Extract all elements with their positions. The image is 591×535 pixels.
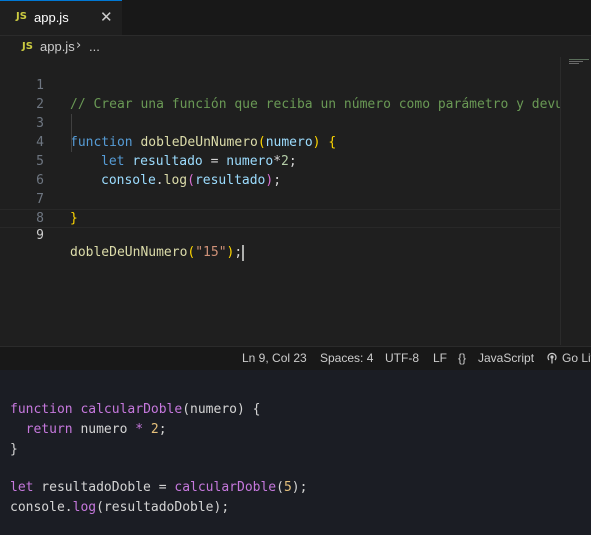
code-line: 4 let resultado = numero*2; bbox=[0, 114, 560, 169]
code-line: 6 bbox=[0, 152, 560, 188]
tab-app-js[interactable]: JS app.js ✕ bbox=[0, 0, 122, 35]
breadcrumb: JS app.js › ... bbox=[0, 36, 591, 58]
minimap-line bbox=[569, 63, 579, 64]
status-bar: Ln 9, Col 23 Spaces: 4 UTF-8 LF {} JavaS… bbox=[0, 346, 591, 371]
braces-icon: {} bbox=[458, 351, 467, 365]
code-area[interactable]: 1 // Crear una función que reciba un núm… bbox=[0, 57, 571, 345]
code-text: dobleDeUnNumero("15"); bbox=[70, 244, 245, 261]
breadcrumb-more[interactable]: ... bbox=[89, 39, 100, 54]
code-line: 8 bbox=[0, 190, 560, 226]
go-live-button[interactable]: Go Liv bbox=[562, 351, 591, 365]
code-line: 3 function dobleDeUnNumero(numero) { bbox=[0, 95, 560, 150]
minimap-line bbox=[569, 59, 589, 60]
language-mode[interactable]: JavaScript bbox=[478, 351, 534, 365]
code-snippet: function calcularDoble(numero) { return … bbox=[0, 370, 591, 535]
snippet-line: } bbox=[10, 442, 18, 457]
tab-label: app.js bbox=[34, 10, 69, 25]
js-icon: JS bbox=[16, 11, 27, 22]
broadcast-icon[interactable] bbox=[546, 351, 558, 365]
code-line-current: 9 dobleDeUnNumero("15"); bbox=[0, 209, 560, 261]
close-icon[interactable]: ✕ bbox=[100, 8, 113, 26]
chevron-right-icon: › bbox=[76, 38, 82, 53]
code-line: 7 } bbox=[0, 171, 560, 226]
eol-setting[interactable]: LF bbox=[433, 351, 447, 365]
code-line: 1 // Crear una función que reciba un núm… bbox=[0, 57, 571, 112]
line-number: 9 bbox=[36, 228, 44, 243]
cursor-position[interactable]: Ln 9, Col 23 bbox=[242, 351, 307, 365]
snippet-line: function calcularDoble(numero) { bbox=[10, 402, 261, 417]
tab-bar: JS app.js ✕ bbox=[0, 0, 591, 36]
minimap-line bbox=[569, 61, 583, 62]
encoding-setting[interactable]: UTF-8 bbox=[385, 351, 419, 365]
indent-guide bbox=[71, 114, 72, 152]
code-line: 2 bbox=[0, 76, 560, 112]
code-line: 5 console.log(resultado); bbox=[0, 133, 560, 188]
minimap[interactable] bbox=[560, 57, 591, 345]
text-cursor bbox=[242, 244, 245, 261]
snippet-line: return numero * 2; bbox=[25, 422, 167, 437]
indentation-setting[interactable]: Spaces: 4 bbox=[320, 351, 373, 365]
code-editor: JS app.js ✕ JS app.js › ... 1 // Crear u… bbox=[0, 0, 591, 371]
snippet-line: let resultadoDoble = calcularDoble(5); bbox=[10, 480, 308, 495]
snippet-line: console.log(resultadoDoble); bbox=[10, 500, 230, 515]
breadcrumb-file[interactable]: app.js bbox=[40, 39, 75, 54]
js-icon: JS bbox=[22, 41, 33, 52]
